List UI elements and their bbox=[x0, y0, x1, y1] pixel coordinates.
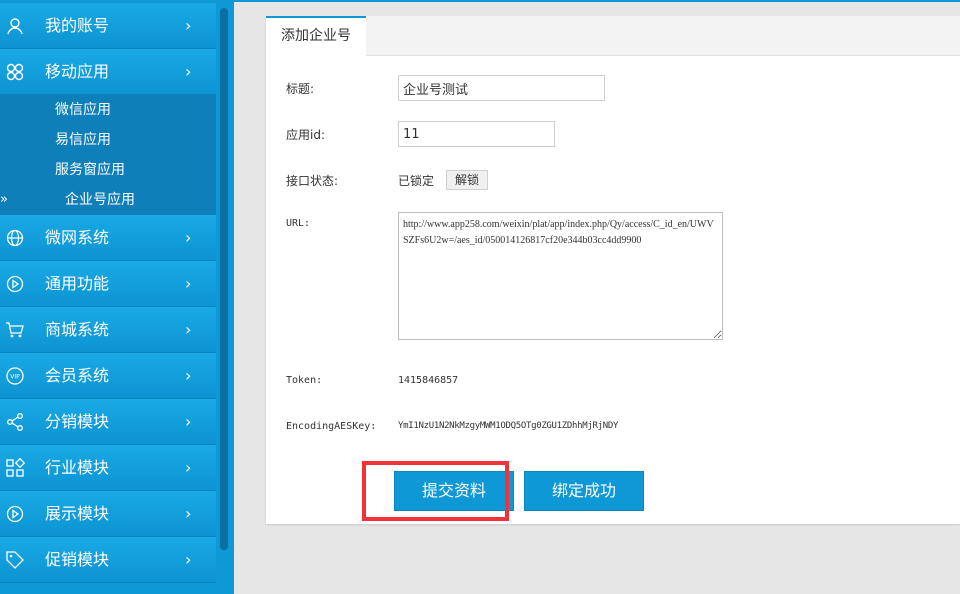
url-label: URL: bbox=[286, 218, 311, 229]
url-textarea[interactable] bbox=[398, 212, 723, 340]
clover-icon bbox=[5, 62, 25, 82]
status-label: 接口状态: bbox=[286, 174, 339, 188]
status-value: 已锁定 bbox=[398, 174, 435, 188]
submenu-item-label: 微信应用 bbox=[55, 102, 111, 118]
sidebar-item-label: 移动应用 bbox=[45, 62, 110, 81]
submenu-item-enterprise[interactable]: » 企业号应用 bbox=[0, 185, 216, 215]
chevron-right-icon: › bbox=[185, 274, 192, 293]
sidebar-item-label: 展示模块 bbox=[45, 504, 110, 523]
sidebar-item-members[interactable]: VIP 会员系统 › bbox=[0, 353, 216, 399]
submenu-item-yixin[interactable]: 易信应用 bbox=[0, 125, 216, 155]
top-accent-bar bbox=[234, 0, 960, 2]
chevron-right-icon: › bbox=[185, 458, 192, 477]
sidebar-item-promotion[interactable]: 促销模块 › bbox=[0, 537, 216, 583]
globe-icon bbox=[5, 228, 25, 248]
play-circle-icon bbox=[5, 274, 25, 294]
submenu-item-wechat[interactable]: 微信应用 bbox=[0, 95, 216, 125]
chevron-right-icon: › bbox=[185, 228, 192, 247]
sidebar-item-mall[interactable]: 商城系统 › bbox=[0, 307, 216, 353]
sidebar-item-label: 商城系统 bbox=[45, 320, 110, 339]
chevron-right-icon: › bbox=[185, 366, 192, 385]
title-label: 标题: bbox=[286, 82, 315, 96]
submenu-item-label: 企业号应用 bbox=[65, 192, 135, 208]
chevron-right-icon: › bbox=[185, 504, 192, 523]
sidebar-item-label: 微网系统 bbox=[45, 228, 110, 247]
sidebar-item-label: 行业模块 bbox=[45, 458, 110, 477]
token-value: 1415846857 bbox=[398, 375, 459, 386]
sidebar-item-distribution[interactable]: 分销模块 › bbox=[0, 399, 216, 445]
play-circle-icon bbox=[5, 504, 25, 524]
grid-icon bbox=[5, 458, 25, 478]
title-input[interactable] bbox=[398, 75, 605, 101]
aes-key-label: EncodingAESKey: bbox=[286, 421, 377, 432]
submenu-item-label: 服务窗应用 bbox=[55, 162, 125, 178]
highlight-box bbox=[362, 461, 509, 521]
double-chevron-right-icon: » bbox=[0, 192, 8, 207]
sidebar-item-account[interactable]: 我的账号 › bbox=[0, 3, 216, 49]
appid-input[interactable] bbox=[398, 121, 555, 147]
vip-icon: VIP bbox=[5, 366, 25, 386]
unlock-button[interactable]: 解锁 bbox=[446, 170, 488, 190]
submenu-mobile-apps: 微信应用 易信应用 服务窗应用 » 企业号应用 bbox=[0, 95, 216, 215]
sidebar-item-label: 分销模块 bbox=[45, 412, 110, 431]
chevron-right-icon: › bbox=[185, 16, 192, 35]
tag-icon bbox=[5, 550, 25, 570]
bind-success-button[interactable]: 绑定成功 bbox=[524, 471, 644, 511]
sidebar-item-label: 会员系统 bbox=[45, 366, 110, 385]
submenu-item-service-window[interactable]: 服务窗应用 bbox=[0, 155, 216, 185]
token-label: Token: bbox=[286, 375, 323, 386]
chevron-right-icon: › bbox=[185, 62, 192, 81]
chevron-right-icon: › bbox=[185, 412, 192, 431]
sidebar-item-display[interactable]: 展示模块 › bbox=[0, 491, 216, 537]
cart-icon bbox=[5, 320, 25, 340]
submenu-item-label: 易信应用 bbox=[55, 132, 111, 148]
chevron-right-icon: › bbox=[185, 550, 192, 569]
svg-text:VIP: VIP bbox=[10, 374, 20, 381]
sidebar-item-general[interactable]: 通用功能 › bbox=[0, 261, 216, 307]
sidebar-item-industry[interactable]: 行业模块 › bbox=[0, 445, 216, 491]
sidebar-item-label: 我的账号 bbox=[45, 16, 110, 35]
sidebar-item-label: 促销模块 bbox=[45, 550, 110, 569]
share-icon bbox=[5, 412, 25, 432]
aes-key-value: YmI1NzU1N2NkMzgyMWM1ODQ5OTg0ZGU1ZDhhMjRj… bbox=[398, 421, 619, 431]
chevron-right-icon: › bbox=[185, 320, 192, 339]
appid-label: 应用id: bbox=[286, 128, 325, 142]
sidebar-scrollbar-thumb[interactable] bbox=[220, 8, 228, 550]
sidebar-item-mobile-apps[interactable]: 移动应用 › bbox=[0, 49, 216, 95]
tab-strip bbox=[266, 16, 960, 56]
user-icon bbox=[5, 16, 25, 36]
sidebar-item-micro-site[interactable]: 微网系统 › bbox=[0, 215, 216, 261]
tab-add-enterprise[interactable]: 添加企业号 bbox=[266, 16, 366, 56]
sidebar-item-label: 通用功能 bbox=[45, 274, 110, 293]
